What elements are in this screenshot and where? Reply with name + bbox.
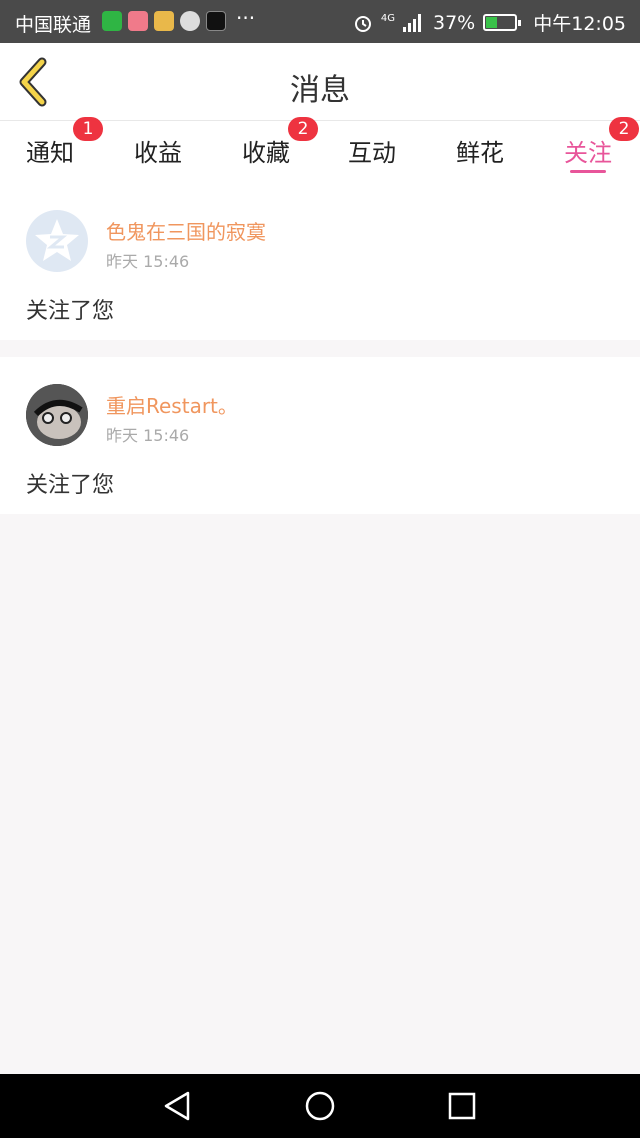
user-photo — [26, 384, 88, 446]
tab-interactions[interactable]: 互动 — [348, 133, 396, 168]
tab-earnings[interactable]: 收益 — [134, 133, 182, 168]
network-type: 4G — [380, 13, 395, 24]
carrier-name: 中国联通 — [15, 14, 92, 36]
system-nav-bar — [0, 1074, 640, 1138]
tab-notifications[interactable]: 通知 — [26, 133, 74, 168]
page-title: 消息 — [290, 73, 350, 108]
status-bar: 中国联通 ··· 4G 37% 中午12:05 — [0, 0, 640, 43]
back-triangle-icon[interactable] — [160, 1088, 196, 1124]
clock: 中午12:05 — [533, 13, 626, 35]
app-icon-yellow — [154, 11, 174, 31]
signal-icon — [403, 13, 425, 32]
battery-percent: 37% — [433, 11, 476, 34]
battery-icon — [483, 14, 522, 31]
app-icon-pink — [128, 11, 148, 31]
tab-badge: 1 — [73, 117, 103, 141]
tiktok-icon — [206, 11, 226, 31]
username[interactable]: 色鬼在三国的寂寞 — [106, 216, 266, 245]
photo-avatar[interactable] — [26, 384, 88, 446]
message-text: 关注了您 — [26, 299, 115, 324]
status-right: 4G 37% 中午12:05 — [353, 9, 626, 36]
tab-favorites[interactable]: 收藏 — [242, 133, 290, 168]
tab-badge: 2 — [609, 117, 639, 141]
notification-icons — [102, 11, 226, 31]
tab-bar: 通知 1 收益 收藏 2 互动 鲜花 关注 2 — [0, 117, 640, 183]
tab-flowers[interactable]: 鲜花 — [456, 133, 504, 168]
timestamp: 昨天 15:46 — [106, 426, 190, 445]
tab-badge: 2 — [288, 117, 318, 141]
home-circle-icon[interactable] — [302, 1088, 338, 1124]
message-item[interactable]: 色鬼在三国的寂寞 昨天 15:46 关注了您 — [0, 183, 640, 340]
timestamp: 昨天 15:46 — [106, 252, 190, 271]
tab-follows[interactable]: 关注 — [564, 133, 612, 168]
star-icon — [35, 219, 79, 261]
message-text: 关注了您 — [26, 473, 115, 498]
message-bubble-icon — [180, 11, 200, 31]
alarm-icon — [354, 15, 371, 32]
iqiyi-icon — [102, 11, 122, 31]
message-item[interactable]: 重启Restart。 昨天 15:46 关注了您 — [0, 357, 640, 514]
recents-square-icon[interactable] — [444, 1088, 480, 1124]
username[interactable]: 重启Restart。 — [106, 390, 238, 419]
header: 消息 — [0, 43, 640, 121]
qzone-default-avatar[interactable] — [26, 210, 88, 272]
more-notifications: ··· — [236, 6, 256, 30]
active-tab-indicator — [570, 170, 606, 173]
